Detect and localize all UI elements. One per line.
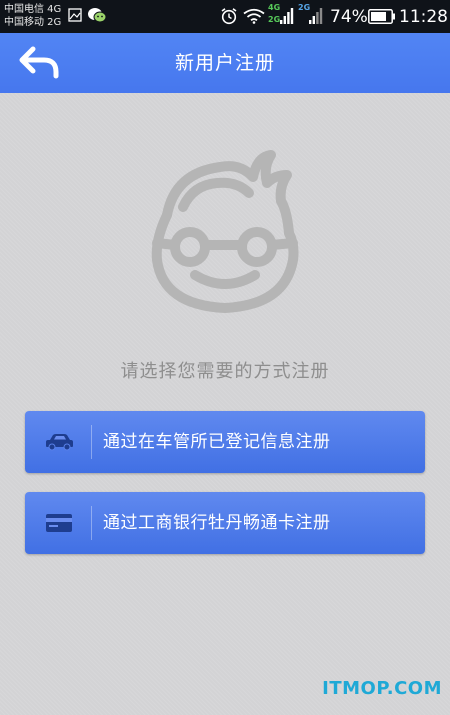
- back-arrow-icon: [19, 46, 59, 79]
- wifi-icon: [243, 8, 265, 24]
- signal-secondary-icon: [309, 8, 323, 24]
- battery-percent-label: 74%: [330, 7, 368, 27]
- car-icon: [46, 434, 73, 451]
- battery-icon: [368, 9, 395, 24]
- carrier-info: 中国电信 4G 中国移动 2G: [4, 3, 61, 29]
- register-via-peony-card-button[interactable]: 通过工商银行牡丹畅通卡注册: [25, 492, 425, 554]
- status-bar: 中国电信 4G 中国移动 2G 4G 2G 2G 74% 11:28: [0, 0, 450, 33]
- carrier-1-label: 中国电信 4G: [4, 4, 62, 15]
- register-via-dmv-button[interactable]: 通过在车管所已登记信息注册: [25, 411, 425, 473]
- watermark: ITMOP.COM: [322, 678, 442, 699]
- signal-icon: [280, 8, 294, 24]
- back-button[interactable]: [18, 45, 68, 81]
- alarm-icon: [221, 8, 237, 25]
- clock-label: 11:28: [399, 7, 448, 27]
- nav-bar: 新用户注册: [0, 33, 450, 93]
- button-divider: [91, 425, 92, 459]
- register-via-dmv-label: 通过在车管所已登记信息注册: [103, 432, 331, 452]
- carrier-2-label: 中国移动 2G: [4, 17, 62, 28]
- image-icon: [68, 8, 82, 22]
- button-divider: [91, 506, 92, 540]
- registration-prompt: 请选择您需要的方式注册: [120, 361, 330, 382]
- network-type-2g-label: 2G: [268, 15, 281, 24]
- card-icon: [46, 514, 72, 532]
- boy-with-glasses-icon: [151, 150, 299, 313]
- wechat-icon: [88, 8, 107, 23]
- network-type-4g-label: 4G: [268, 3, 281, 12]
- register-via-peony-card-label: 通过工商银行牡丹畅通卡注册: [103, 513, 331, 533]
